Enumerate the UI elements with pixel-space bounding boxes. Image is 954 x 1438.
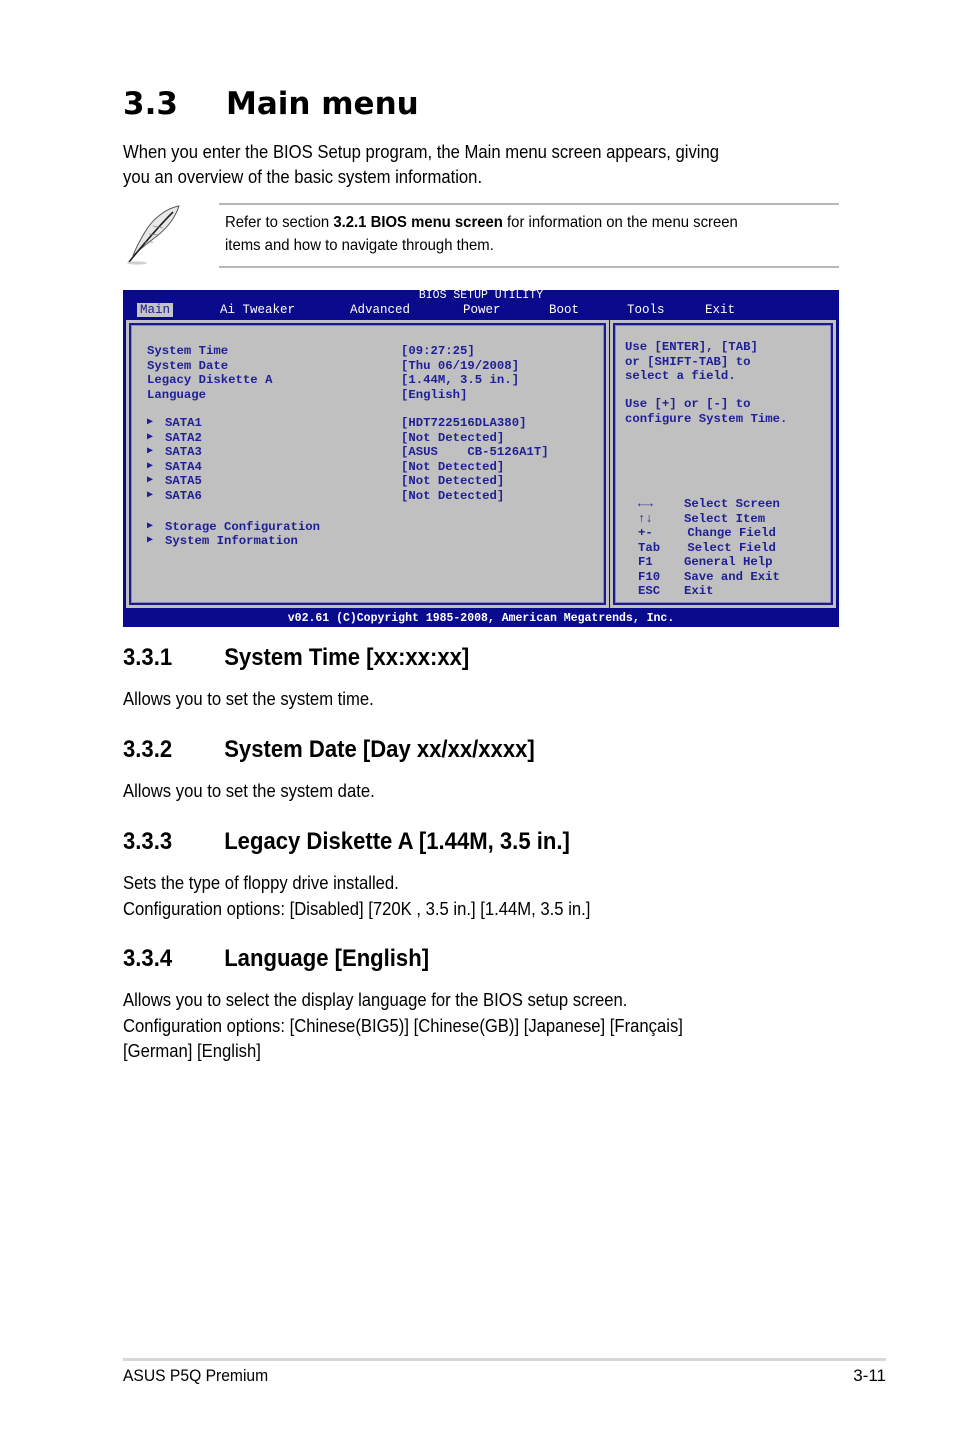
footer-rule — [123, 1358, 886, 1361]
footer-page-number: 3-11 — [853, 1366, 886, 1385]
help-line: select a field. — [625, 369, 736, 383]
section-heading-system-date: 3.3.2 System Date [Day xx/xx/xxxx] — [123, 736, 535, 764]
note-text-line2: items and how to navigate through them. — [225, 237, 494, 254]
section-number: 3.3.2 — [123, 736, 173, 763]
section-body: Configuration options: [Disabled] [720K … — [123, 897, 591, 919]
bios-menu-boot[interactable]: Boot — [546, 303, 582, 317]
note-rule-top — [219, 203, 839, 205]
field-value-system-time[interactable]: [09:27:25] — [401, 344, 475, 359]
submenu-system-information[interactable]: System Information — [165, 534, 298, 549]
bios-screenshot: BIOS SETUP UTILITY Main Ai Tweaker Advan… — [123, 290, 839, 627]
bios-main-panel: System Time [09:27:25] System Date [Thu … — [126, 320, 609, 608]
key-action-select-item: Select Item — [684, 511, 766, 526]
section-body: Allows you to set the system date. — [123, 780, 375, 801]
key-action-save-exit: Save and Exit — [684, 569, 780, 584]
submenu-arrow-icon: ▶ — [147, 431, 154, 443]
field-label-legacy-diskette[interactable]: Legacy Diskette A — [147, 373, 272, 388]
section-title: System Date [Day xx/xx/xxxx] — [224, 736, 535, 763]
footer-product: ASUS P5Q Premium — [123, 1366, 269, 1385]
key-action-exit: Exit — [684, 584, 714, 598]
sata4-value: [Not Detected] — [401, 459, 505, 474]
key-action-general-help: General Help — [684, 555, 773, 569]
feather-quill-icon — [127, 205, 180, 265]
section-body: Configuration options: [Chinese(BIG5)] [… — [123, 1014, 683, 1036]
section-body: Sets the type of floppy drive installed. — [123, 872, 399, 893]
key-action-select-screen: Select Screen — [684, 497, 780, 511]
key-f10: F10 — [638, 569, 661, 584]
intro-line-2: you an overview of the basic system info… — [123, 166, 483, 187]
field-value-system-date[interactable]: [Thu 06/19/2008] — [401, 359, 519, 374]
submenu-arrow-icon: ▶ — [147, 417, 154, 428]
section-title: Language [English] — [224, 945, 430, 972]
sata4-label[interactable]: SATA4 — [165, 460, 202, 475]
help-line: configure System Time. — [625, 411, 788, 426]
field-value-legacy-diskette[interactable]: [1.44M, 3.5 in.] — [401, 373, 519, 388]
up-down-arrows-icon: ↑↓ — [638, 511, 653, 526]
heading-number: 3.3 — [123, 86, 178, 122]
plus-minus-icon: +- — [638, 526, 653, 540]
submenu-arrow-icon: ▶ — [147, 460, 154, 472]
submenu-arrow-icon: ▶ — [147, 520, 154, 532]
bios-menu-ai-tweaker[interactable]: Ai Tweaker — [217, 303, 298, 317]
note-text-post: for information on the menu screen — [502, 214, 738, 231]
heading-title: Main menu — [226, 86, 419, 122]
sata3-label[interactable]: SATA3 — [165, 445, 202, 460]
note-text: Refer to section 3.2.1 BIOS menu screen … — [225, 211, 738, 257]
section-heading-legacy-diskette: 3.3.3 Legacy Diskette A [1.44M, 3.5 in.] — [123, 828, 570, 856]
submenu-storage-configuration[interactable]: Storage Configuration — [165, 520, 320, 535]
section-body: [German] [English] — [123, 1040, 261, 1061]
help-line: Use [ENTER], [TAB] — [625, 340, 758, 354]
section-title: Legacy Diskette A [1.44M, 3.5 in.] — [224, 828, 570, 855]
key-action-change-field: Change Field — [680, 526, 776, 540]
sata2-label[interactable]: SATA2 — [165, 431, 202, 446]
bios-menu-main[interactable]: Main — [137, 303, 174, 317]
field-label-system-date[interactable]: System Date — [147, 359, 228, 374]
section-body: Allows you to select the display languag… — [123, 989, 628, 1010]
submenu-arrow-icon: ▶ — [147, 446, 154, 457]
submenu-arrow-icon: ▶ — [147, 535, 154, 546]
key-f1: F1 — [638, 555, 653, 569]
key-action-select-field: Select Field — [680, 540, 776, 555]
note-box: Refer to section 3.2.1 BIOS menu screen … — [123, 200, 839, 268]
sata2-value: [Not Detected] — [401, 430, 505, 445]
note-rule-bottom — [219, 266, 839, 268]
bios-menu-tools[interactable]: Tools — [624, 303, 668, 317]
field-label-system-time[interactable]: System Time — [147, 344, 228, 359]
section-number: 3.3.4 — [123, 945, 173, 972]
note-link-ref: 3.2.1 BIOS menu screen — [333, 214, 503, 231]
sata5-value: [Not Detected] — [401, 474, 505, 488]
bios-menubar: Main Ai Tweaker Advanced Power Boot Tool… — [123, 303, 839, 317]
sata6-value: [Not Detected] — [401, 488, 505, 503]
bios-menu-advanced[interactable]: Advanced — [347, 303, 413, 317]
sata5-label[interactable]: SATA5 — [165, 474, 202, 489]
help-line: Use [+] or [-] to — [625, 397, 751, 411]
left-right-arrows-icon: ←→ — [638, 497, 653, 511]
sata1-label[interactable]: SATA1 — [165, 416, 202, 431]
section-body: Allows you to set the system time. — [123, 688, 374, 709]
note-text-pre: Refer to section — [225, 214, 334, 231]
submenu-arrow-icon: ▶ — [147, 489, 154, 501]
bios-menu-exit[interactable]: Exit — [702, 303, 738, 317]
field-label-language[interactable]: Language — [147, 388, 206, 403]
section-number: 3.3.1 — [123, 644, 173, 671]
section-heading-language: 3.3.4 Language [English] — [123, 945, 429, 973]
sata3-value: [ASUS CB-5126A1T] — [401, 445, 549, 459]
section-title: System Time [xx:xx:xx] — [224, 644, 470, 671]
bios-copyright: v02.61 (C)Copyright 1985-2008, American … — [287, 612, 675, 625]
key-tab: Tab — [638, 540, 661, 555]
sata1-value: [HDT722516DLA380] — [401, 416, 527, 430]
field-value-language[interactable]: [English] — [401, 388, 467, 403]
section-number: 3.3.3 — [123, 828, 173, 855]
page-heading: 3.3 Main menu — [123, 86, 419, 122]
bios-help-panel: Use [ENTER], [TAB] or [SHIFT-TAB] to sel… — [610, 320, 836, 608]
bios-menu-power[interactable]: Power — [460, 303, 504, 317]
submenu-arrow-icon: ▶ — [147, 475, 154, 486]
sata6-label[interactable]: SATA6 — [165, 489, 202, 504]
key-esc: ESC — [638, 584, 661, 598]
section-heading-system-time: 3.3.1 System Time [xx:xx:xx] — [123, 644, 469, 672]
help-line: or [SHIFT-TAB] to — [625, 354, 751, 369]
bios-title: BIOS SETUP UTILITY — [418, 289, 544, 302]
intro-line-1: When you enter the BIOS Setup program, t… — [123, 141, 720, 162]
